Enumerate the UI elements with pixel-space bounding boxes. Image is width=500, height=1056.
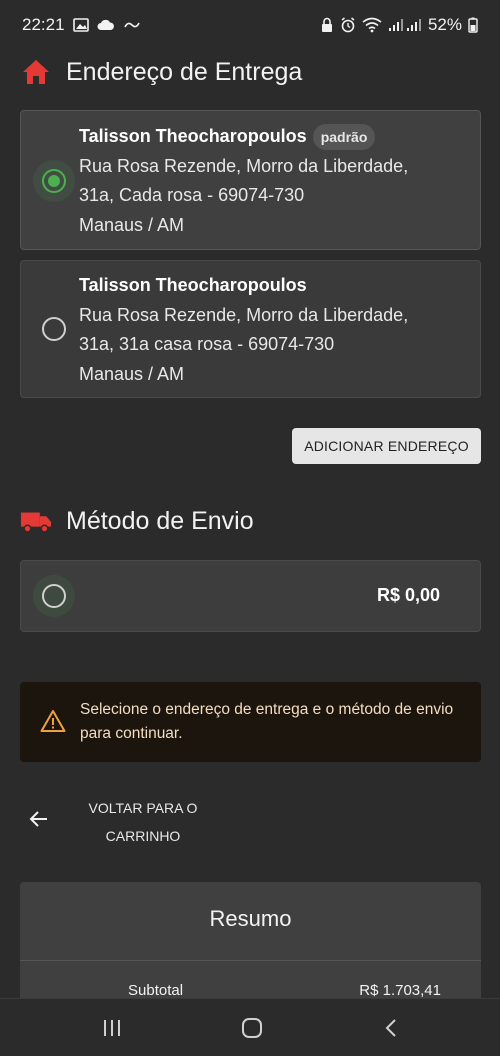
signal-icon bbox=[388, 18, 422, 32]
truck-icon bbox=[20, 505, 52, 537]
address-recipient: Talisson Theocharopoulos bbox=[79, 275, 307, 295]
address-option-2[interactable]: Talisson Theocharopoulos Rua Rosa Rezend… bbox=[20, 260, 481, 398]
cloud-icon bbox=[97, 19, 115, 31]
shipping-option[interactable]: R$ 0,00 bbox=[20, 560, 481, 632]
address-line3: Manaus / AM bbox=[79, 363, 185, 384]
order-summary: Resumo Subtotal R$ 1.703,41 bbox=[20, 882, 481, 1012]
carrier-icon bbox=[123, 19, 141, 31]
image-icon bbox=[72, 18, 89, 32]
address-line2: 31a, Cada rosa - 69074-730 bbox=[79, 185, 305, 205]
address-details-1: Talisson Theocharopoulos padrão Rua Rosa… bbox=[79, 122, 470, 240]
address-line1: Rua Rosa Rezende, Morro da Liberdade, bbox=[79, 155, 409, 176]
lock-icon bbox=[320, 17, 334, 33]
delivery-section-header: Endereço de Entrega bbox=[20, 56, 302, 88]
shipping-section-header: Método de Envio bbox=[20, 505, 254, 537]
address-details-2: Talisson Theocharopoulos Rua Rosa Rezend… bbox=[79, 271, 470, 389]
shipping-title: Método de Envio bbox=[66, 506, 254, 535]
address-radio-2[interactable] bbox=[42, 317, 66, 341]
warning-icon bbox=[40, 709, 66, 735]
add-address-button[interactable]: ADICIONAR ENDEREÇO bbox=[292, 428, 481, 464]
subtotal-label: Subtotal bbox=[128, 982, 184, 999]
back-label-line1: VOLTAR PARA O bbox=[88, 800, 198, 816]
back-button-icon[interactable] bbox=[378, 1015, 406, 1041]
back-to-cart-link[interactable]: VOLTAR PARA O CARRINHO bbox=[20, 790, 220, 850]
alarm-icon bbox=[340, 17, 356, 33]
battery-icon bbox=[468, 17, 478, 33]
warning-alert: Selecione o endereço de entrega e o méto… bbox=[20, 682, 481, 762]
wifi-icon bbox=[362, 17, 382, 33]
system-nav-bar bbox=[0, 998, 500, 1056]
subtotal-value: R$ 1.703,41 bbox=[359, 982, 441, 999]
back-label-line2: CARRINHO bbox=[105, 828, 181, 844]
alert-message: Selecione o endereço de entrega e o méto… bbox=[80, 701, 454, 742]
recent-apps-icon[interactable] bbox=[98, 1015, 126, 1041]
status-bar: 22:21 52% bbox=[0, 0, 500, 50]
address-name: Talisson Theocharopoulos bbox=[79, 271, 470, 301]
shipping-radio[interactable] bbox=[42, 584, 66, 608]
home-icon bbox=[20, 56, 52, 88]
default-badge: padrão bbox=[312, 123, 376, 150]
delivery-title: Endereço de Entrega bbox=[66, 57, 303, 86]
battery-percent: 52% bbox=[427, 15, 462, 34]
shipping-price: R$ 0,00 bbox=[376, 585, 440, 605]
home-button-icon[interactable] bbox=[238, 1015, 266, 1041]
address-radio-1[interactable] bbox=[42, 169, 66, 193]
status-time: 22:21 bbox=[22, 15, 65, 34]
address-line1: Rua Rosa Rezende, Morro da Liberdade, bbox=[79, 304, 409, 325]
back-to-cart-label: VOLTAR PARA O CARRINHO bbox=[78, 794, 208, 850]
address-recipient: Talisson Theocharopoulos bbox=[79, 126, 307, 146]
summary-title: Resumo bbox=[209, 906, 292, 931]
arrow-left-icon bbox=[28, 808, 50, 830]
address-option-1[interactable]: Talisson Theocharopoulos padrão Rua Rosa… bbox=[20, 110, 481, 250]
address-line3: Manaus / AM bbox=[79, 214, 185, 235]
address-name: Talisson Theocharopoulos padrão bbox=[79, 122, 470, 152]
address-line2: 31a, 31a casa rosa - 69074-730 bbox=[79, 334, 335, 354]
divider bbox=[20, 960, 481, 961]
